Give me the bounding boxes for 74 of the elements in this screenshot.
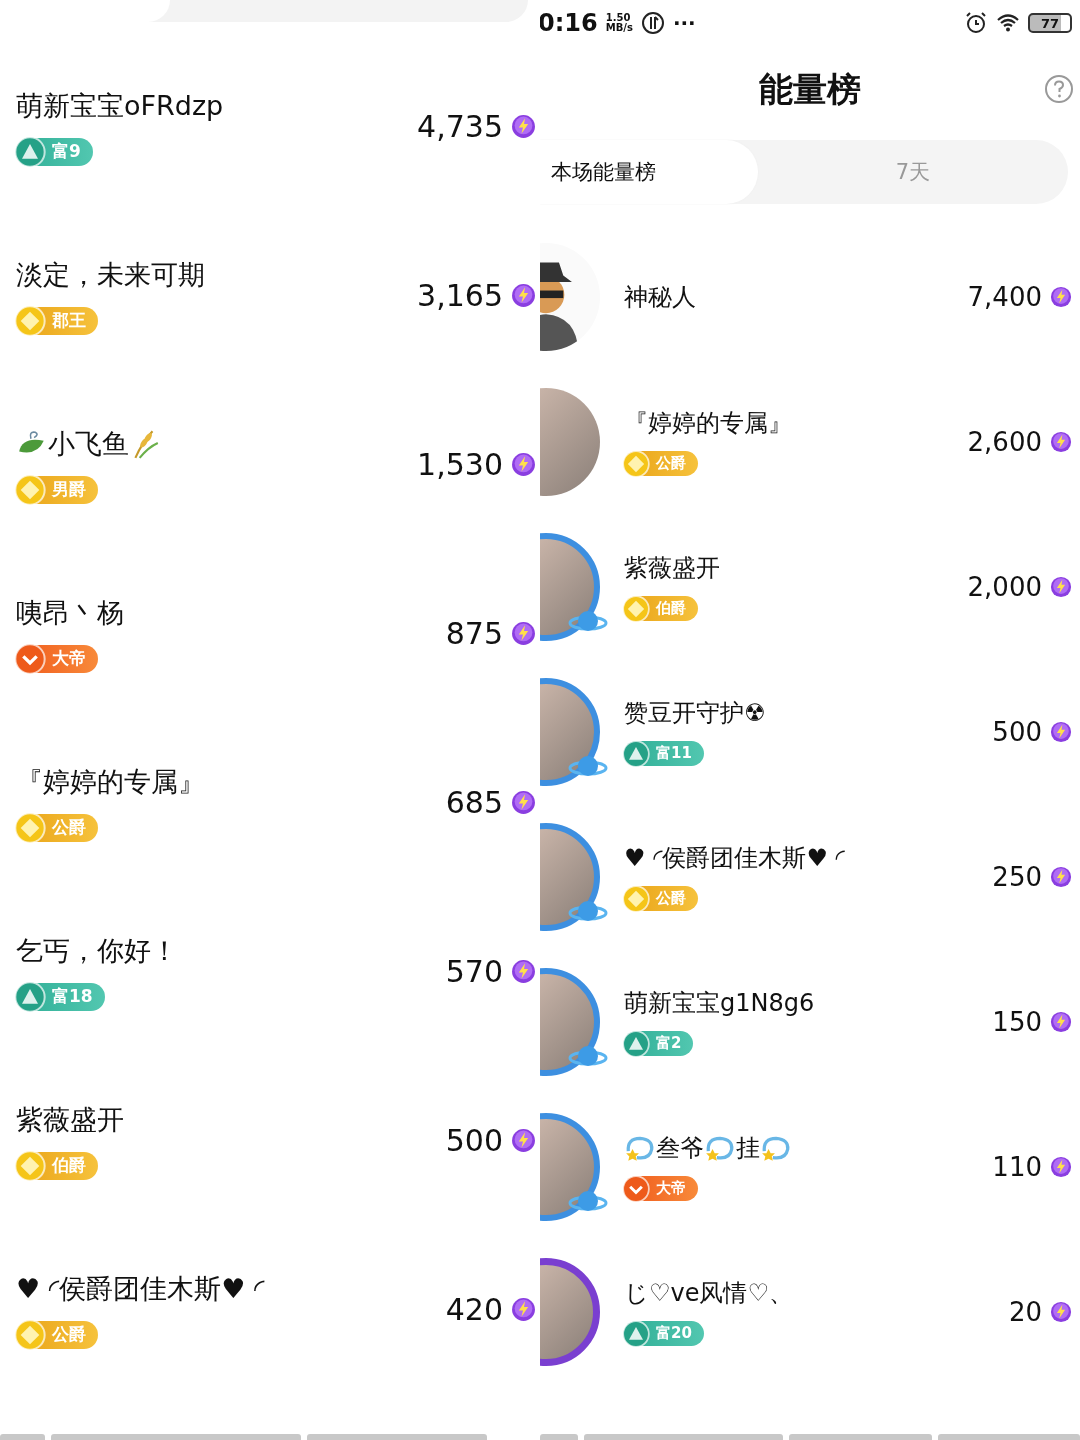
user-name: 小飞鱼 bbox=[48, 426, 129, 461]
energy-value: 570 bbox=[445, 954, 503, 989]
lightning-coin-icon bbox=[1050, 720, 1072, 743]
level-badge: 富18 bbox=[16, 982, 105, 1011]
energy-value: 7,400 bbox=[967, 281, 1042, 312]
level-badge: 公爵 bbox=[624, 886, 698, 911]
level-badge: 公爵 bbox=[624, 451, 698, 476]
user-name: ♥ ◜侯爵团佳木斯♥ ◜ bbox=[16, 1271, 266, 1306]
user-name: 紫薇盛开 bbox=[624, 553, 721, 584]
user-name: ♥ ◜侯爵团佳木斯♥ ◜ bbox=[624, 843, 846, 874]
level-badge: 男爵 bbox=[16, 475, 98, 504]
energy-value: 20 bbox=[1008, 1296, 1042, 1327]
level-badge: 伯爵 bbox=[16, 1151, 98, 1180]
level-badge: 大帝 bbox=[624, 1176, 698, 1201]
lightning-coin-icon bbox=[511, 790, 536, 815]
user-name: じ♡ve风情♡、 bbox=[624, 1278, 794, 1309]
energy-value: 150 bbox=[992, 1006, 1042, 1037]
user-name: 挂 bbox=[736, 1133, 760, 1164]
lightning-coin-icon bbox=[1050, 865, 1072, 888]
level-badge: 伯爵 bbox=[624, 596, 698, 621]
level-badge: 大帝 bbox=[16, 644, 98, 673]
energy-value: 875 bbox=[445, 616, 503, 651]
lightning-coin-icon bbox=[511, 1297, 536, 1322]
lightning-coin-icon bbox=[1050, 1010, 1072, 1033]
lightning-coin-icon bbox=[511, 452, 536, 477]
page-title: 能量榜 bbox=[759, 68, 861, 111]
user-name: 『婷婷的专属』 bbox=[624, 408, 793, 439]
lightning-coin-icon bbox=[1050, 1300, 1072, 1323]
level-badge: 富9 bbox=[16, 137, 93, 166]
level-badge: 公爵 bbox=[16, 813, 98, 842]
user-name: 萌新宝宝g1N8g6 bbox=[624, 988, 816, 1019]
level-badge: 富20 bbox=[624, 1321, 704, 1346]
level-badge: 公爵 bbox=[16, 1320, 98, 1349]
lightning-coin-icon bbox=[511, 283, 536, 308]
lightning-coin-icon bbox=[1050, 1155, 1072, 1178]
lightning-coin-icon bbox=[1050, 575, 1072, 598]
lightning-coin-icon bbox=[511, 621, 536, 646]
level-badge: 郡王 bbox=[16, 306, 98, 335]
user-name: 赞豆开守护☢ bbox=[624, 698, 767, 729]
more-notifications: ··· bbox=[672, 11, 696, 35]
user-name: 神秘人 bbox=[624, 281, 697, 313]
battery-level: 77 bbox=[1028, 13, 1072, 33]
user-name: 咦昂丶杨 bbox=[16, 595, 125, 630]
alarm-icon bbox=[964, 11, 988, 35]
level-badge: 富2 bbox=[624, 1031, 694, 1056]
network-speed: 1.50 bbox=[605, 13, 632, 23]
energy-value: 3,165 bbox=[417, 278, 503, 313]
help-icon[interactable] bbox=[1044, 74, 1074, 104]
energy-value: 685 bbox=[445, 785, 503, 820]
energy-value: 420 bbox=[445, 1292, 503, 1327]
status-time: 0:16 bbox=[540, 9, 598, 37]
energy-value: 500 bbox=[445, 1123, 503, 1158]
energy-value: 4,735 bbox=[417, 109, 503, 144]
energy-value: 250 bbox=[992, 861, 1042, 892]
energy-value: 110 bbox=[992, 1151, 1042, 1182]
user-name: 『婷婷的专属』 bbox=[16, 764, 206, 799]
user-name: 淡定，未来可期 bbox=[16, 257, 206, 292]
lightning-coin-icon bbox=[511, 1128, 536, 1153]
user-name: 紫薇盛开 bbox=[16, 1102, 125, 1137]
lightning-coin-icon bbox=[511, 114, 536, 139]
energy-value: 1,530 bbox=[417, 447, 503, 482]
energy-value: 500 bbox=[992, 716, 1042, 747]
user-name: 叁爷 bbox=[656, 1133, 704, 1164]
user-name: 乞丐，你好！ bbox=[16, 933, 179, 968]
energy-value: 2,000 bbox=[967, 571, 1042, 602]
lightning-coin-icon bbox=[1050, 430, 1072, 453]
data-saver-icon bbox=[640, 11, 665, 35]
user-name: 萌新宝宝oFRdzp bbox=[16, 88, 225, 123]
lightning-coin-icon bbox=[1050, 285, 1072, 308]
lightning-coin-icon bbox=[511, 959, 536, 984]
level-badge: 富11 bbox=[624, 741, 704, 766]
network-speed-unit: MB/s bbox=[605, 23, 633, 33]
energy-value: 2,600 bbox=[967, 426, 1042, 457]
ranking-tab[interactable]: 本场能量榜 bbox=[540, 140, 758, 204]
